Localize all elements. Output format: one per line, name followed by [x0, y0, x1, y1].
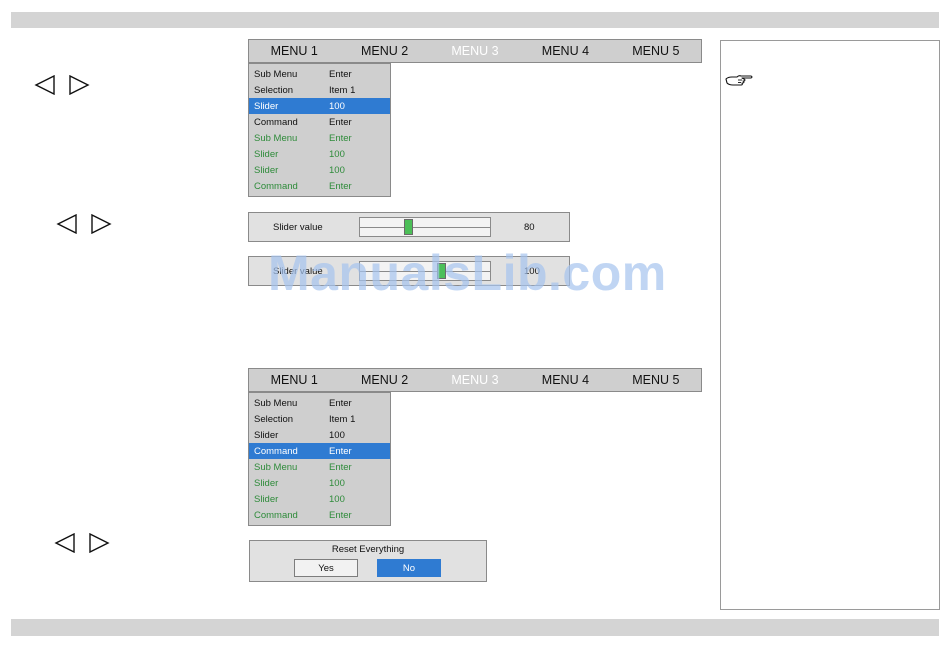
menu-item[interactable]: Slider 100: [249, 427, 390, 443]
menu-item-label: Sub Menu: [254, 397, 298, 409]
watermark: ManualsLib.com: [268, 245, 667, 301]
slider-track[interactable]: [359, 217, 491, 237]
menu-item-label: Command: [254, 116, 298, 128]
menu-item-label: Selection: [254, 413, 294, 425]
menu-item-value: 100: [329, 164, 345, 176]
slider-label: Slider value: [273, 222, 323, 233]
tab-menu-3[interactable]: MENU 3: [430, 44, 520, 58]
pointing-hand-icon: [725, 75, 753, 86]
right-arrow-icon: [69, 75, 90, 95]
menu-item[interactable]: Selection Item 1: [249, 411, 390, 427]
menu-item-label: Slider: [254, 148, 279, 160]
yes-button[interactable]: Yes: [294, 559, 358, 577]
menu-item[interactable]: Sub Menu Enter: [249, 459, 390, 475]
slider-thumb[interactable]: [404, 219, 413, 235]
right-arrow-icon: [89, 533, 110, 553]
menu-item-label: Slider: [254, 493, 279, 505]
note-panel: [720, 40, 940, 610]
arrow-pair-1: [34, 75, 90, 95]
menu-item-value: Enter: [329, 180, 352, 192]
dropdown-menu: Sub Menu Enter Selection Item 1 Slider 100 …: [248, 392, 391, 526]
menu-item-value: Enter: [329, 68, 352, 80]
menu-bar: MENU 1 MENU 2 MENU 3 MENU 4 MENU 5: [248, 368, 702, 392]
tab-menu-5[interactable]: MENU 5: [611, 373, 701, 387]
left-arrow-icon: [54, 533, 75, 553]
tab-menu-2[interactable]: MENU 2: [339, 373, 429, 387]
menu-item[interactable]: Sub Menu Enter: [249, 395, 390, 411]
menu-item-value: Enter: [329, 116, 352, 128]
menu-item[interactable]: Slider 100: [249, 98, 390, 114]
menu-item-label: Command: [254, 180, 298, 192]
menu-item-label: Slider: [254, 100, 279, 112]
menu-item[interactable]: Command Enter: [249, 178, 390, 194]
tab-menu-4[interactable]: MENU 4: [520, 44, 610, 58]
menu-item[interactable]: Command Enter: [249, 507, 390, 523]
menu-item-label: Command: [254, 445, 298, 457]
menu-item-label: Selection: [254, 84, 294, 96]
tab-menu-5[interactable]: MENU 5: [611, 44, 701, 58]
menu-item[interactable]: Slider 100: [249, 491, 390, 507]
right-arrow-icon: [91, 214, 112, 234]
menu-item-label: Sub Menu: [254, 68, 298, 80]
menu-item-value: Enter: [329, 132, 352, 144]
menu-item-value: Enter: [329, 509, 352, 521]
arrow-pair-3: [54, 533, 110, 553]
menu-item-value: Item 1: [329, 413, 356, 425]
menu-item[interactable]: Sub Menu Enter: [249, 66, 390, 82]
menu-item[interactable]: Command Enter: [249, 114, 390, 130]
menu-item-label: Command: [254, 509, 298, 521]
menu-item-value: Enter: [329, 445, 352, 457]
slider-value: 80: [524, 222, 535, 233]
arrow-pair-2: [56, 214, 112, 234]
menu-item-value: Enter: [329, 461, 352, 473]
left-arrow-icon: [56, 214, 77, 234]
menu-item-label: Slider: [254, 429, 279, 441]
bottom-bar: [11, 619, 939, 636]
dropdown-menu: Sub Menu Enter Selection Item 1 Slider 100 …: [248, 63, 391, 197]
menu-item-label: Slider: [254, 477, 279, 489]
menu-item-label: Sub Menu: [254, 132, 298, 144]
menu-item[interactable]: Slider 100: [249, 162, 390, 178]
menu-item-value: 100: [329, 493, 345, 505]
menu-item-label: Slider: [254, 164, 279, 176]
menu-item-value: Item 1: [329, 84, 356, 96]
no-button[interactable]: No: [377, 559, 441, 577]
menu-bar: MENU 1 MENU 2 MENU 3 MENU 4 MENU 5: [248, 39, 702, 63]
menu-item[interactable]: Sub Menu Enter: [249, 130, 390, 146]
menu-item-value: 100: [329, 477, 345, 489]
tab-menu-1[interactable]: MENU 1: [249, 44, 339, 58]
left-arrow-icon: [34, 75, 55, 95]
menu-item[interactable]: Slider 100: [249, 146, 390, 162]
slider-control: Slider value 80: [248, 212, 570, 242]
tab-menu-1[interactable]: MENU 1: [249, 373, 339, 387]
menu-item[interactable]: Command Enter: [249, 443, 390, 459]
top-bar: [11, 12, 939, 28]
tab-menu-4[interactable]: MENU 4: [520, 373, 610, 387]
menu-item[interactable]: Selection Item 1: [249, 82, 390, 98]
menu-item-value: 100: [329, 148, 345, 160]
menu-item-value: 100: [329, 429, 345, 441]
reset-dialog: Reset Everything Yes No: [249, 540, 487, 582]
menu-item-value: Enter: [329, 397, 352, 409]
slider-line: [360, 227, 490, 228]
dialog-title: Reset Everything: [331, 544, 405, 555]
menu-item[interactable]: Slider 100: [249, 475, 390, 491]
tab-menu-2[interactable]: MENU 2: [339, 44, 429, 58]
tab-menu-3[interactable]: MENU 3: [430, 373, 520, 387]
menu-item-value: 100: [329, 100, 345, 112]
menu-item-label: Sub Menu: [254, 461, 298, 473]
